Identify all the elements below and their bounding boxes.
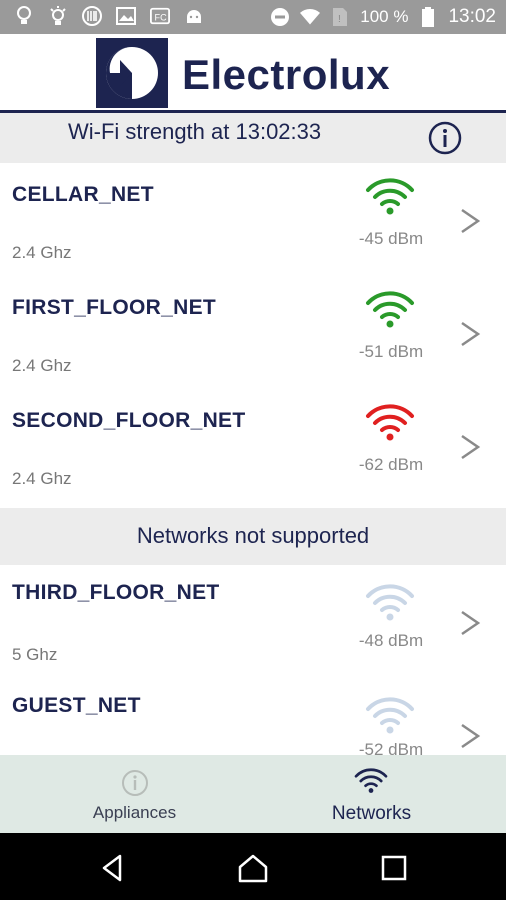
clock: 13:02: [448, 6, 496, 27]
system-navigation-bar: [0, 833, 506, 900]
tab-networks[interactable]: Networks: [245, 755, 498, 833]
section-title: Networks not supported: [136, 523, 370, 548]
android-icon: [184, 6, 204, 26]
signal-strength: -62 dBm: [358, 455, 424, 474]
home-icon[interactable]: [236, 851, 270, 885]
wifi-icon: [354, 768, 388, 793]
tab-appliances[interactable]: Appliances: [8, 755, 261, 833]
network-frequency: 2.4 Ghz: [12, 356, 72, 375]
do-not-disturb-icon: [270, 7, 290, 27]
wifi-signal-icon: [366, 404, 414, 441]
network-frequency: 2.4 Ghz: [12, 469, 72, 488]
fc-icon: FC: [150, 6, 170, 26]
wifi-signal-icon: [366, 584, 414, 621]
network-name: FIRST_FLOOR_NET: [12, 296, 217, 319]
wifi-signal-icon: [366, 697, 414, 734]
network-name: SECOND_FLOOR_NET: [12, 409, 246, 432]
sim-icon: !: [330, 7, 350, 27]
info-icon: [428, 121, 462, 155]
strength-title: Wi-Fi strength at 13:02:33: [68, 119, 322, 144]
chevron-right-icon: [461, 723, 481, 749]
network-name: GUEST_NET: [12, 694, 141, 717]
wifi-icon: [300, 7, 321, 27]
bottom-navigation: Appliances Networks: [0, 755, 506, 833]
wifi-signal-icon: [366, 291, 414, 328]
status-bar: FC ! 100 % 13:02: [0, 0, 506, 34]
unsupported-section-header: Networks not supported: [0, 508, 506, 565]
svg-text:FC: FC: [155, 13, 168, 23]
tab-label: Networks: [331, 803, 412, 824]
bulb-outline-icon: [48, 6, 68, 26]
network-row[interactable]: GUEST_NET -52 dBm: [0, 678, 506, 755]
recents-icon[interactable]: [377, 851, 411, 885]
chevron-right-icon: [461, 208, 481, 234]
wifi-signal-icon: [366, 178, 414, 215]
app-header: Electrolux: [0, 34, 506, 113]
back-icon[interactable]: [96, 851, 130, 885]
image-icon: [116, 6, 136, 26]
chevron-right-icon: [461, 321, 481, 347]
signal-strength: -51 dBm: [358, 342, 424, 361]
strength-header: Wi-Fi strength at 13:02:33: [0, 113, 506, 163]
network-frequency: 2.4 Ghz: [12, 243, 72, 262]
network-row[interactable]: SECOND_FLOOR_NET 2.4 Ghz -62 dBm: [0, 389, 506, 501]
network-frequency: 5 Ghz: [12, 645, 58, 664]
chevron-right-icon: [461, 610, 481, 636]
info-button[interactable]: [428, 121, 462, 155]
network-row[interactable]: CELLAR_NET 2.4 Ghz -45 dBm: [0, 163, 506, 275]
signal-strength: -48 dBm: [358, 631, 424, 650]
network-row[interactable]: FIRST_FLOOR_NET 2.4 Ghz -51 dBm: [0, 276, 506, 388]
chevron-right-icon: [461, 434, 481, 460]
barcode-icon: [82, 6, 102, 26]
svg-text:!: !: [338, 14, 341, 25]
brand-name: Electrolux: [182, 51, 391, 98]
info-icon: [122, 770, 148, 796]
network-row[interactable]: THIRD_FLOOR_NET 5 Ghz -48 dBm: [0, 565, 506, 677]
battery-percent: 100 %: [360, 7, 409, 26]
signal-strength: -52 dBm: [358, 740, 424, 755]
network-name: THIRD_FLOOR_NET: [12, 581, 220, 604]
tab-label: Appliances: [92, 803, 177, 822]
battery-icon: [418, 7, 438, 27]
electrolux-logo-icon: [96, 38, 168, 108]
lightbulb-icon: [14, 6, 34, 26]
network-name: CELLAR_NET: [12, 183, 154, 206]
signal-strength: -45 dBm: [358, 229, 424, 248]
